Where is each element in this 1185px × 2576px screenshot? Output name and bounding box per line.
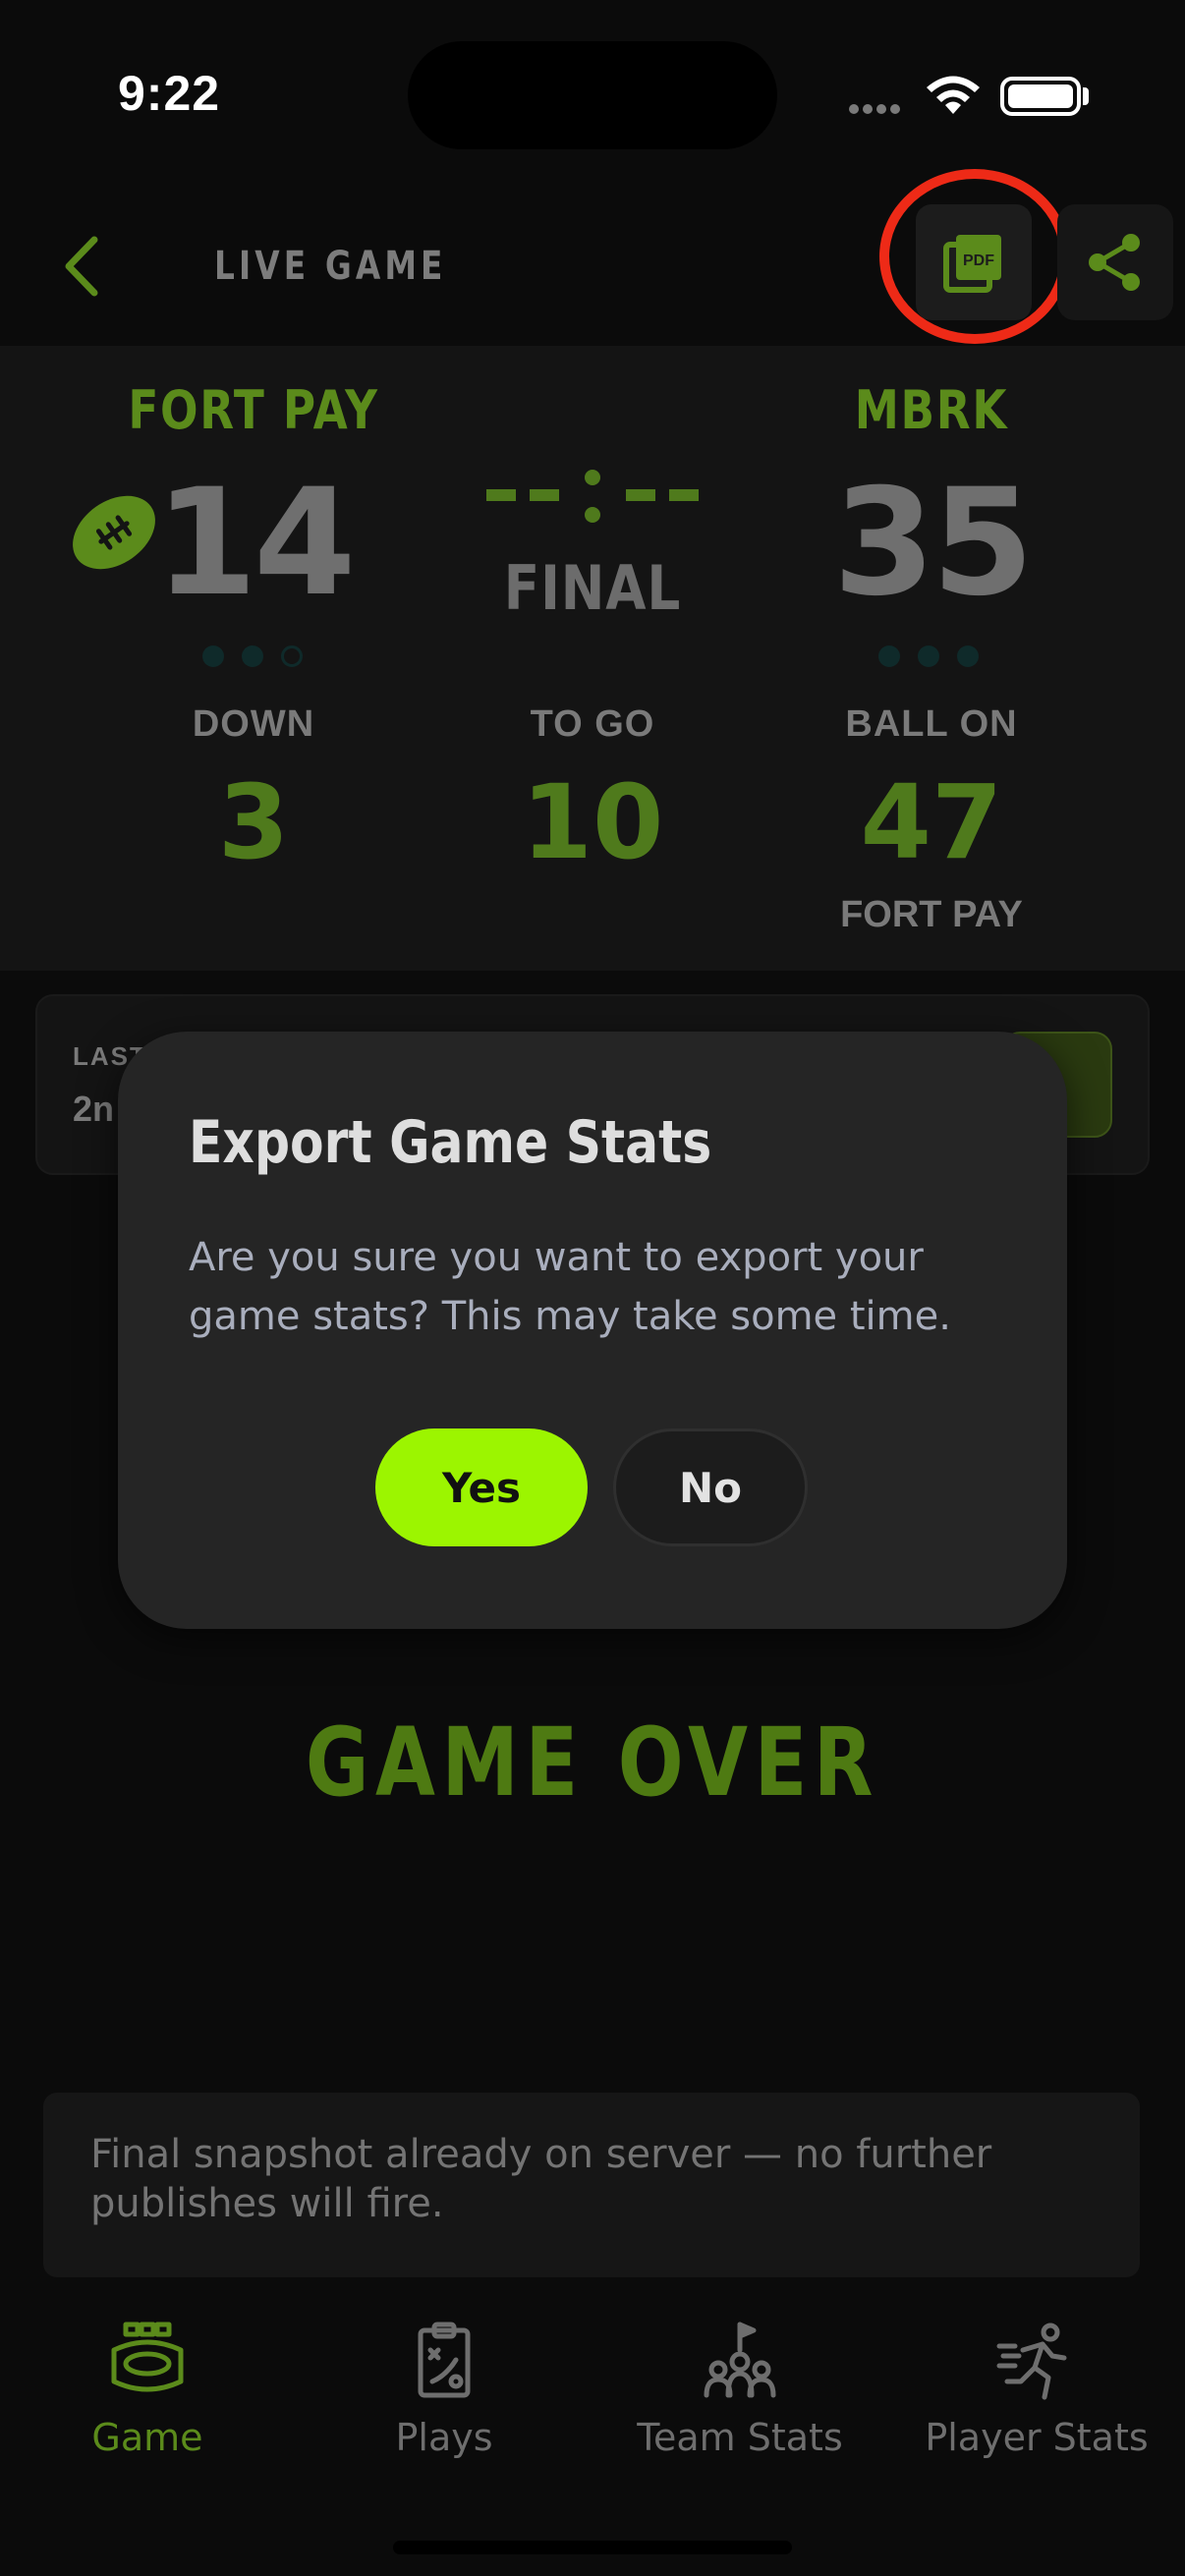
stadium-icon: [111, 2322, 184, 2392]
yes-button[interactable]: Yes: [375, 1428, 588, 1546]
away-timeouts-indicator: [878, 645, 979, 667]
ball-on-label: BALL ON: [845, 703, 1018, 745]
tab-game-label: Game: [91, 2416, 203, 2459]
ball-on-value: 47: [860, 762, 1003, 882]
team-icon: [704, 2322, 776, 2398]
game-clock-placeholder: [486, 470, 699, 523]
battery-icon: [1000, 77, 1081, 116]
no-button[interactable]: No: [613, 1428, 808, 1546]
wifi-icon: [927, 76, 980, 114]
cellular-signal-icon: [849, 101, 904, 119]
runner-icon: [996, 2323, 1067, 2400]
away-team-name: MBRK: [854, 379, 1009, 441]
pdf-icon: PDF: [943, 235, 1001, 293]
home-team-name: FORT PAY: [128, 379, 379, 441]
down-label: DOWN: [192, 703, 315, 745]
tab-player-stats[interactable]: Player Stats: [889, 2321, 1184, 2459]
dialog-title: Export Game Stats: [189, 1108, 712, 1177]
tab-plays-label: Plays: [395, 2416, 493, 2459]
tab-game[interactable]: Game: [0, 2321, 295, 2459]
home-score: 14: [154, 458, 357, 629]
back-chevron-icon[interactable]: [55, 232, 114, 301]
dynamic-island: [408, 41, 777, 149]
tab-team-stats-label: Team Stats: [637, 2416, 843, 2459]
game-period-label: FINAL: [503, 552, 682, 624]
game-over-banner: GAME OVER: [305, 1708, 880, 1818]
share-button[interactable]: [1057, 204, 1173, 320]
away-score: 35: [832, 458, 1035, 629]
clipboard-icon: [418, 2322, 471, 2398]
share-icon: [1089, 234, 1140, 291]
to-go-label: TO GO: [530, 703, 655, 745]
dialog-message: Are you sure you want to export your gam…: [189, 1235, 951, 1339]
export-pdf-button[interactable]: PDF: [916, 204, 1032, 320]
status-time: 9:22: [118, 66, 221, 121]
tab-player-stats-label: Player Stats: [925, 2416, 1149, 2459]
last-play-text: 2n: [73, 1089, 115, 1129]
home-timeouts-indicator: [202, 645, 303, 667]
tab-plays[interactable]: Plays: [297, 2321, 592, 2459]
battery-tip: [1083, 87, 1089, 105]
down-value: 3: [217, 762, 290, 882]
tab-team-stats[interactable]: Team Stats: [592, 2321, 887, 2459]
home-indicator: [393, 2541, 792, 2554]
to-go-value: 10: [521, 762, 664, 882]
snapshot-notice-text: Final snapshot already on server — no fu…: [90, 2132, 992, 2226]
ball-on-team: FORT PAY: [840, 894, 1023, 935]
page-title: LIVE GAME: [214, 244, 447, 289]
pdf-icon-label: PDF: [963, 252, 994, 269]
